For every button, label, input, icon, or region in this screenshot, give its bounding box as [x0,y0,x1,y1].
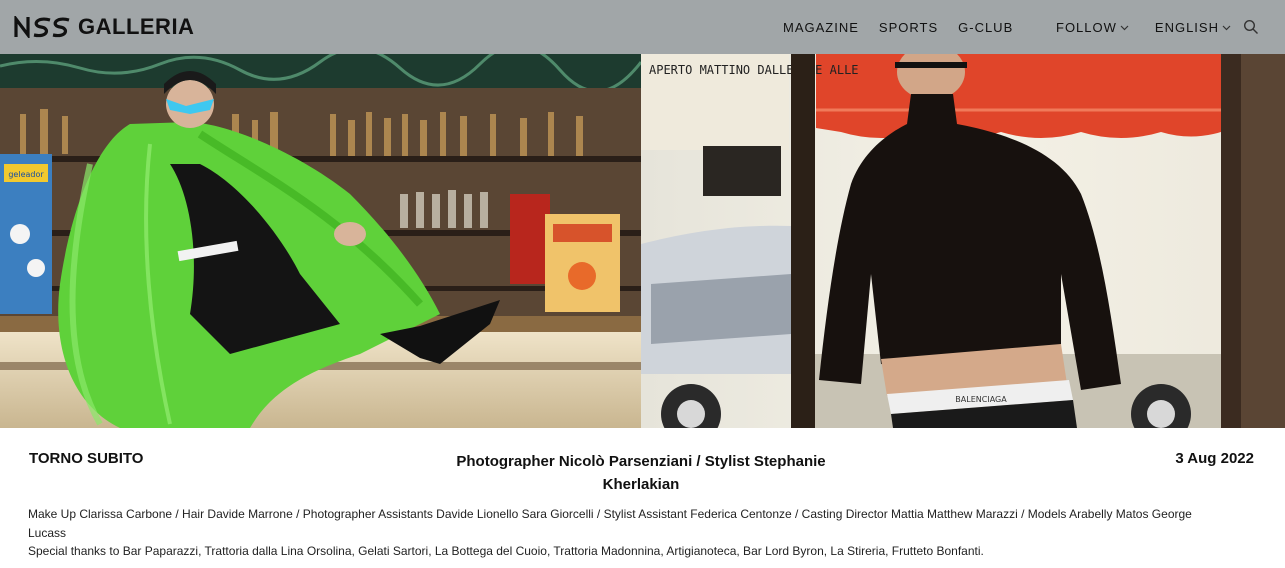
photo-bar-green-coat[interactable]: geleador [0,54,641,428]
waistband-label: BALENCIAGA [955,395,1007,404]
photo-doorway-turtleneck[interactable]: APERTO MATTINO DALLE ORE ALLE BALENCIAGA [641,54,1285,428]
publish-date: 3 Aug 2022 [1175,450,1254,467]
brand-name: GALLERIA [78,14,195,39]
chevron-down-icon [1222,25,1231,31]
credits-detail: Make Up Clarissa Carbone / Hair Davide M… [28,505,1208,561]
article-title: TORNO SUBITO [29,450,144,467]
chevron-down-icon [1120,25,1129,31]
nav-gclub[interactable]: G-CLUB [958,20,1013,35]
utility-nav: FOLLOW ENGLISH [1056,0,1231,54]
follow-dropdown[interactable]: FOLLOW [1056,20,1129,35]
nav-sports[interactable]: SPORTS [879,20,938,35]
snack-box-label: geleador [8,170,44,179]
language-label: ENGLISH [1154,19,1219,35]
special-thanks: Special thanks to Bar Paparazzi, Trattor… [28,544,984,558]
top-navigation-bar: GALLERIA MAGAZINE SPORTS G-CLUB FOLLOW E… [0,0,1285,54]
crew-credits: Make Up Clarissa Carbone / Hair Davide M… [28,507,1192,540]
follow-label: FOLLOW [1056,19,1117,35]
main-nav: MAGAZINE SPORTS G-CLUB [783,0,1033,54]
hero-gallery: geleador APERTO MATTINO DALLE ORE ALLE B… [0,54,1285,428]
main-credits: Photographer Nicolò Parsenziani / Stylis… [456,453,826,493]
brand-logo[interactable]: GALLERIA [14,14,194,40]
search-icon[interactable] [1243,19,1259,35]
handwritten-sign: APERTO MATTINO DALLE ORE ALLE [649,63,859,77]
nav-magazine[interactable]: MAGAZINE [783,20,859,35]
language-dropdown[interactable]: ENGLISH [1155,20,1231,35]
nss-logo-mark [14,16,70,38]
